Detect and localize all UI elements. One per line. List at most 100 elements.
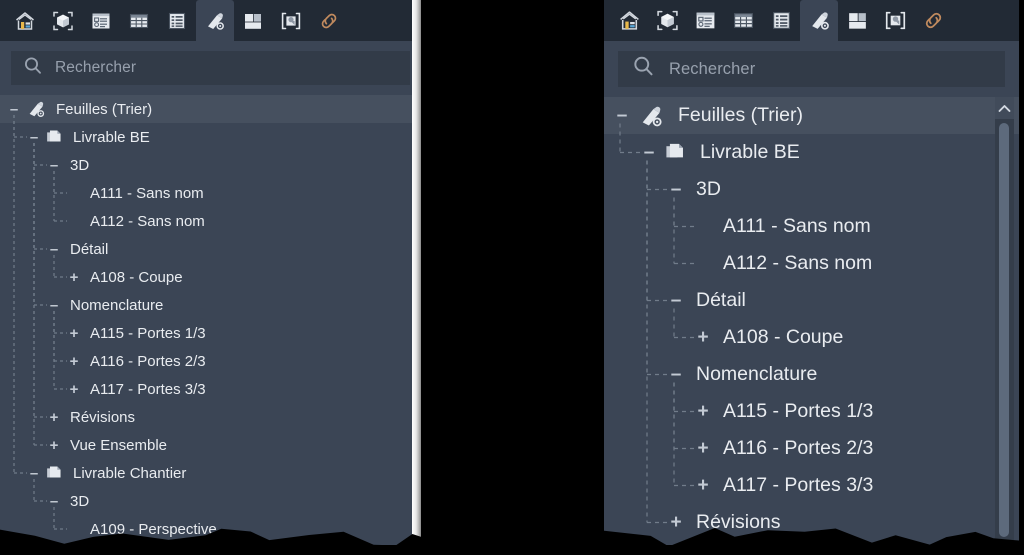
toolbar-button-bracket-view[interactable] (272, 0, 310, 41)
toolbar-button-cube-3d[interactable] (44, 0, 82, 41)
expand-toggle-icon[interactable] (693, 328, 713, 347)
collapse-toggle-icon[interactable] (26, 130, 42, 145)
toolbar-button-list[interactable] (762, 0, 800, 41)
expand-toggle-icon[interactable] (66, 270, 82, 285)
sheet-tree-left[interactable]: Feuilles (Trier) Livrable BE 3D A111 - San… (0, 95, 421, 543)
tree-row[interactable]: A116 - Portes 2/3 (604, 430, 1019, 467)
toolbar-button-home[interactable] (610, 0, 648, 41)
search-placeholder-right: Rechercher (669, 59, 756, 78)
tree-row-label: A108 - Coupe (90, 268, 183, 286)
collapse-toggle-icon[interactable] (666, 365, 686, 384)
tree-row[interactable]: 3D (0, 487, 421, 515)
expand-toggle-icon[interactable] (66, 354, 82, 369)
collapse-toggle-icon[interactable] (6, 102, 22, 117)
expand-toggle-icon[interactable] (46, 438, 62, 453)
scrollbar-thumb[interactable] (999, 123, 1009, 537)
tree-row-label: A115 - Portes 1/3 (90, 324, 206, 342)
collapse-toggle-icon[interactable] (666, 291, 686, 310)
tree-row[interactable]: Feuilles (Trier) (604, 97, 1019, 134)
tree-row[interactable]: A117 - Portes 3/3 (604, 467, 1019, 504)
collapse-toggle-icon[interactable] (46, 298, 62, 313)
toolbar-right (604, 0, 1019, 41)
tree-row-label: 3D (70, 156, 90, 174)
sheets-panel-right: Rechercher Feuilles (Trier) Livrable BE 3… (604, 0, 1019, 545)
toolbar-button-cube-3d[interactable] (648, 0, 686, 41)
tree-row-label: Livrable BE (700, 141, 800, 163)
tree-row[interactable]: Livrable Chantier (0, 459, 421, 487)
tree-row[interactable]: A112 - Sans nom (0, 207, 421, 235)
collapse-toggle-icon[interactable] (46, 494, 62, 509)
toolbar-button-layout[interactable] (234, 0, 272, 41)
tree-row[interactable]: A109 - Perspective (0, 515, 421, 543)
tree-row[interactable]: A115 - Portes 1/3 (604, 393, 1019, 430)
toolbar-button-link-chain[interactable] (914, 0, 952, 41)
toolbar-button-list[interactable] (158, 0, 196, 41)
collapse-toggle-icon[interactable] (46, 158, 62, 173)
tree-row[interactable]: Feuilles (Trier) (0, 95, 421, 123)
expand-toggle-icon[interactable] (666, 513, 686, 532)
tree-row[interactable]: Nomenclature (0, 291, 421, 319)
toolbar-button-table-grid[interactable] (724, 0, 762, 41)
collapse-toggle-icon[interactable] (26, 466, 42, 481)
collapse-toggle-icon[interactable] (666, 180, 686, 199)
chevron-up-icon (998, 104, 1011, 112)
tree-row[interactable]: Livrable BE (0, 123, 421, 151)
toolbar-left (0, 0, 421, 41)
toolbar-button-table-grid[interactable] (120, 0, 158, 41)
stack-icon (46, 129, 63, 146)
toolbar-button-link-chain[interactable] (310, 0, 348, 41)
sheets-panel-left: Rechercher Feuilles (Trier) Livrable BE 3… (0, 0, 421, 545)
tree-row[interactable]: A116 - Portes 2/3 (0, 347, 421, 375)
tree-row[interactable]: Révisions (0, 403, 421, 431)
collapse-toggle-icon[interactable] (612, 106, 632, 125)
sheet-tree-right[interactable]: Feuilles (Trier) Livrable BE 3DA111 - San… (604, 97, 1019, 541)
expand-toggle-icon[interactable] (66, 326, 82, 341)
toolbar-button-properties-form[interactable] (82, 0, 120, 41)
tree-row[interactable]: Détail (604, 282, 1019, 319)
expand-toggle-icon[interactable] (66, 382, 82, 397)
stack-icon (46, 465, 63, 482)
tree-row[interactable]: A112 - Sans nom (604, 245, 1019, 282)
tree-row[interactable]: 3D (604, 171, 1019, 208)
table-grid-icon (732, 9, 755, 32)
expand-toggle-icon[interactable] (693, 402, 713, 421)
tree-row[interactable]: A115 - Portes 1/3 (0, 319, 421, 347)
tree-row[interactable]: A117 - Portes 3/3 (0, 375, 421, 403)
tree-row-label: Détail (70, 240, 109, 258)
toolbar-button-layout[interactable] (838, 0, 876, 41)
expand-toggle-icon[interactable] (46, 410, 62, 425)
collapse-toggle-icon[interactable] (639, 143, 659, 162)
tree-row[interactable]: A108 - Coupe (604, 319, 1019, 356)
tree-row-label: 3D (70, 492, 90, 510)
collapse-toggle-icon[interactable] (46, 242, 62, 257)
search-input-right[interactable]: Rechercher (618, 51, 1005, 87)
home-icon (618, 9, 641, 32)
search-container-left: Rechercher (0, 41, 421, 95)
tree-row[interactable]: A111 - Sans nom (604, 208, 1019, 245)
expand-toggle-icon[interactable] (693, 476, 713, 495)
tree-row[interactable]: Nomenclature (604, 356, 1019, 393)
tree-row[interactable]: Révisions (604, 504, 1019, 541)
search-input-left[interactable]: Rechercher (11, 51, 410, 85)
toolbar-button-home[interactable] (6, 0, 44, 41)
toolbar-button-properties-form[interactable] (686, 0, 724, 41)
toolbar-button-sheets[interactable] (196, 0, 234, 41)
tree-row[interactable]: A111 - Sans nom (0, 179, 421, 207)
scroll-up-button[interactable] (995, 97, 1014, 119)
screenshot-root: Rechercher Feuilles (Trier) Livrable BE 3… (0, 0, 1024, 555)
toolbar-button-bracket-view[interactable] (876, 0, 914, 41)
toolbar-button-sheets[interactable] (800, 0, 838, 41)
tree-row[interactable]: Livrable BE (604, 134, 1019, 171)
tree-row-label: Feuilles (Trier) (678, 104, 803, 126)
tree-row[interactable]: Détail (0, 235, 421, 263)
search-placeholder-left: Rechercher (55, 59, 137, 76)
table-grid-icon (128, 10, 150, 32)
tree-row[interactable]: 3D (0, 151, 421, 179)
tree-row-label: Vue Ensemble (70, 436, 168, 454)
vertical-scrollbar[interactable] (995, 97, 1014, 545)
tree-row-label: Nomenclature (70, 296, 164, 314)
tree-row[interactable]: A108 - Coupe (0, 263, 421, 291)
tree-row[interactable]: Vue Ensemble (0, 431, 421, 459)
expand-toggle-icon[interactable] (693, 439, 713, 458)
bracket-view-icon (884, 9, 907, 32)
